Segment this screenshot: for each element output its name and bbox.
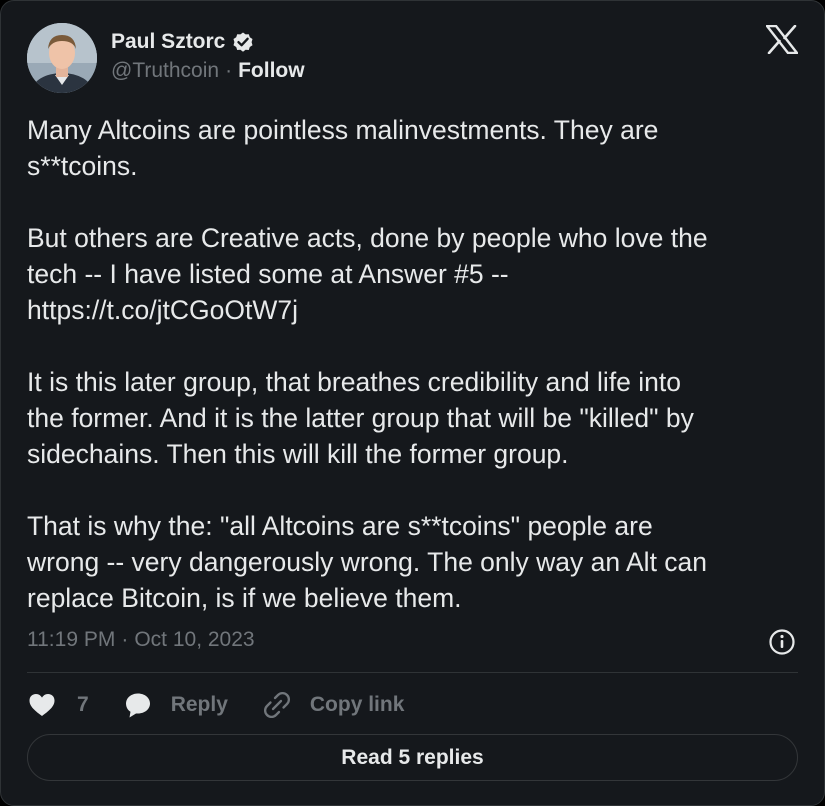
like-button[interactable]: 7: [27, 690, 89, 720]
read-replies-label: Read 5 replies: [341, 745, 484, 769]
tweet-line: s**tcoins.: [27, 151, 138, 181]
separator: ·: [225, 59, 233, 82]
speech-bubble-icon: [125, 693, 150, 718]
follow-button[interactable]: Follow: [238, 59, 305, 83]
avatar[interactable]: [27, 23, 97, 93]
tweet-card: Paul Sztorc @Truthcoin · Follow Many Alt…: [0, 0, 825, 806]
author-name-row: Paul Sztorc: [111, 28, 255, 56]
author-handle[interactable]: @Truthcoin: [111, 59, 219, 83]
reply-label: Reply: [170, 693, 228, 716]
divider: [27, 672, 798, 673]
verified-badge-icon: [233, 32, 253, 52]
read-replies-button[interactable]: Read 5 replies: [27, 734, 798, 781]
tweet-time: 11:19 PM: [27, 628, 116, 651]
tweet-line: replace Bitcoin, is if we believe them.: [27, 583, 462, 613]
tweet-line: But others are Creative acts, done by pe…: [27, 223, 708, 253]
reply-button[interactable]: Reply: [123, 690, 228, 720]
info-icon[interactable]: [768, 628, 796, 656]
tweet-date: Oct 10, 2023: [134, 628, 255, 651]
tweet-line: the former. And it is the latter group t…: [27, 403, 694, 433]
link-icon: [263, 691, 290, 719]
tweet-line: Many Altcoins are pointless malinvestmen…: [27, 115, 659, 145]
tweet-line: That is why the: "all Altcoins are s**tc…: [27, 511, 653, 541]
tweet-line: tech -- I have listed some at Answer #5 …: [27, 259, 509, 289]
meta-separator: ·: [121, 628, 129, 651]
tweet-line: sidechains. Then this will kill the form…: [27, 439, 569, 469]
x-logo-icon[interactable]: [766, 25, 798, 54]
author-subline: @Truthcoin · Follow: [111, 58, 305, 84]
tweet-timestamp[interactable]: 11:19 PM · Oct 10, 2023: [27, 625, 255, 655]
tweet-line: wrong -- very dangerously wrong. The onl…: [27, 547, 708, 577]
heart-icon: [29, 694, 55, 716]
action-bar: 7 Reply Copy link: [27, 687, 438, 723]
copy-link-button[interactable]: Copy link: [262, 690, 405, 720]
tweet-text: Many Altcoins are pointless malinvestmen…: [27, 112, 807, 616]
tweet-line: It is this later group, that breathes cr…: [27, 367, 682, 397]
like-count: 7: [77, 693, 89, 716]
avatar-image: [27, 23, 97, 93]
copy-link-label: Copy link: [309, 693, 405, 716]
author-name[interactable]: Paul Sztorc: [111, 30, 225, 54]
tweet-link[interactable]: https://t.co/jtCGoOtW7j: [27, 292, 807, 328]
